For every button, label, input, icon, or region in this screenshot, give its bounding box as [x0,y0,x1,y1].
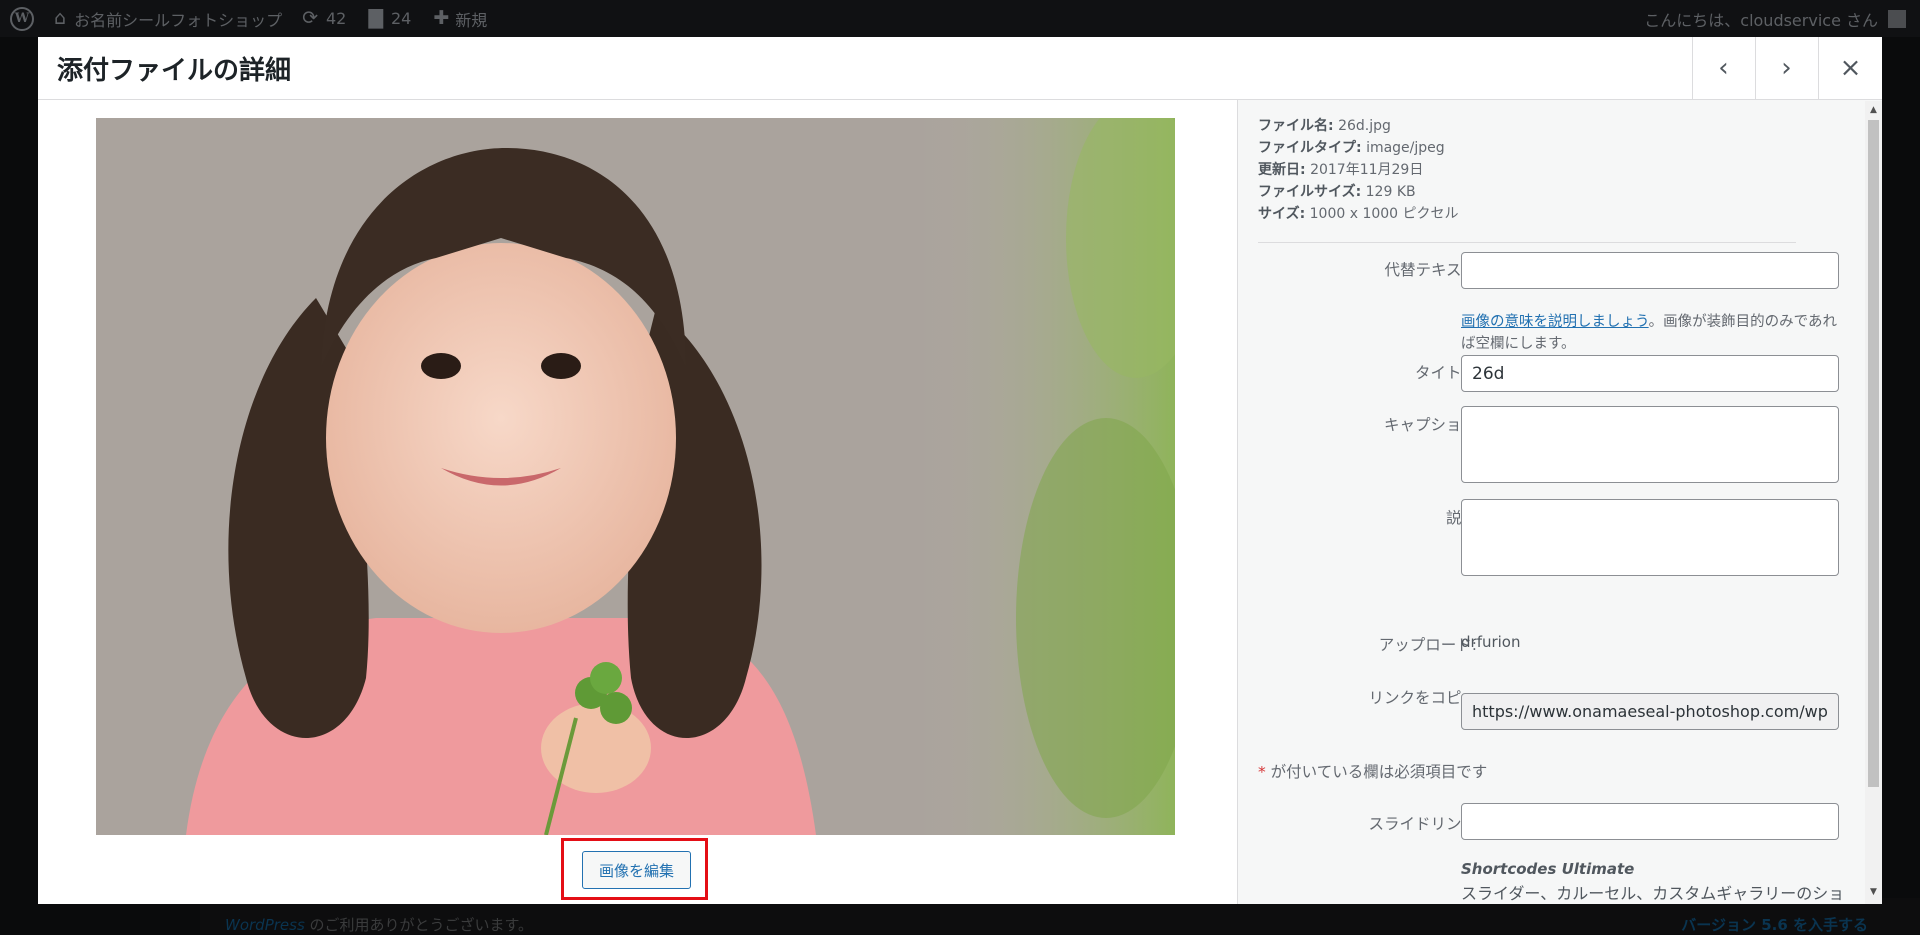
title-input[interactable] [1461,355,1839,392]
scroll-down-arrow-icon[interactable]: ▼ [1865,884,1882,900]
image-preview-area: 画像を編集 [38,100,1236,904]
modal-title: 添付ファイルの詳細 [57,56,292,86]
footer-thanks-text: のご利用ありがとうございます。 [304,916,534,934]
plus-icon: ✚ [433,7,450,29]
attachment-details-modal: 添付ファイルの詳細 ‹ › × 画像を編集 ファイル名: 26d.jpg ファイ… [38,37,1882,904]
modal-header: 添付ファイルの詳細 ‹ › × [38,37,1882,100]
avatar [1888,9,1906,28]
uploaded-on-row: 更新日: 2017年11月29日 [1258,159,1459,181]
file-type-label: ファイルタイプ: [1258,140,1362,156]
chevron-right-icon: › [1781,53,1792,83]
file-name-label: ファイル名: [1258,118,1334,134]
file-size-label: ファイルサイズ: [1258,184,1362,200]
close-button[interactable]: × [1818,37,1882,99]
my-account-menu[interactable]: こんにちは、cloudservice さん [1644,0,1906,37]
file-name: 26d.jpg [1338,118,1391,134]
new-content-menu[interactable]: ✚ 新規 [433,0,487,37]
file-meta: ファイル名: 26d.jpg ファイルタイプ: image/jpeg 更新日: … [1258,115,1459,225]
dimensions-label: サイズ: [1258,206,1306,222]
wordpress-logo-menu[interactable]: W [0,0,44,37]
site-name: お名前シールフォトショップ [74,10,283,30]
meta-divider [1258,242,1796,243]
uploaded-on-label: 更新日: [1258,162,1306,178]
footer-version-link[interactable]: バージョン 5.6 を入手する [1681,914,1868,935]
greeting-text: こんにちは、cloudservice さん [1644,10,1878,30]
wordpress-link[interactable]: WordPress [225,916,305,934]
admin-bar: W ⌂ お名前シールフォトショップ ⟳ 42 ▇ 24 ✚ 新規 こんにちは、c… [0,0,1920,37]
refresh-icon: ⟳ [302,7,318,29]
edit-image-button[interactable]: 画像を編集 [582,851,691,889]
comment-icon: ▇ [368,7,383,29]
file-type-row: ファイルタイプ: image/jpeg [1258,137,1459,159]
uploaded-on: 2017年11月29日 [1310,162,1424,178]
updates-count: 42 [326,9,347,28]
uploaded-by-value: drfurion [1461,633,1521,651]
chevron-left-icon: ‹ [1718,53,1729,83]
home-icon: ⌂ [54,7,67,29]
comments-menu[interactable]: ▇ 24 [368,0,411,37]
dimensions-row: サイズ: 1000 x 1000 ピクセル [1258,203,1459,225]
copy-link-input[interactable] [1461,693,1839,730]
alt-text-input[interactable] [1461,252,1839,289]
details-scrollbar-thumb[interactable] [1868,120,1879,787]
file-size-row: ファイルサイズ: 129 KB [1258,181,1459,203]
attachment-details-panel: ファイル名: 26d.jpg ファイルタイプ: image/jpeg 更新日: … [1237,100,1882,904]
shortcodes-ultimate-description: スライダー、カルーセル、カスタムギャラリーのショートコードでスライドにカスタムリ… [1461,884,1845,903]
required-star: * [1258,763,1266,781]
comments-count: 24 [390,9,412,28]
site-name-menu[interactable]: ⌂ お名前シールフォトショップ [54,0,282,37]
close-icon: × [1839,53,1862,83]
alt-text-help: 画像の意味を説明しましょう。画像が装飾目的のみであれば空欄にします。 [1461,311,1845,355]
scroll-up-arrow-icon[interactable]: ▲ [1865,102,1882,118]
new-content-label: 新規 [455,10,488,30]
required-note: * が付いている欄は必須項目です [1258,760,1487,782]
required-note-text: が付いている欄は必須項目です [1265,763,1488,781]
footer-thanks: WordPress のご利用ありがとうございます。 [225,914,533,935]
wordpress-logo-icon: W [10,6,34,31]
caption-textarea[interactable] [1461,406,1839,483]
photo-illustration [96,118,1175,835]
previous-button[interactable]: ‹ [1692,37,1754,99]
updates-menu[interactable]: ⟳ 42 [302,0,346,37]
file-type: image/jpeg [1366,140,1445,156]
slide-link-input[interactable] [1461,803,1839,840]
file-size: 129 KB [1365,184,1416,200]
alt-text-help-link[interactable]: 画像の意味を説明しましょう [1461,314,1649,330]
description-textarea[interactable] [1461,499,1839,576]
attachment-image [96,118,1175,835]
file-name-row: ファイル名: 26d.jpg [1258,115,1459,137]
next-button[interactable]: › [1755,37,1817,99]
shortcodes-ultimate-title: Shortcodes Ultimate [1461,860,1635,878]
dimensions: 1000 x 1000 ピクセル [1309,206,1459,222]
